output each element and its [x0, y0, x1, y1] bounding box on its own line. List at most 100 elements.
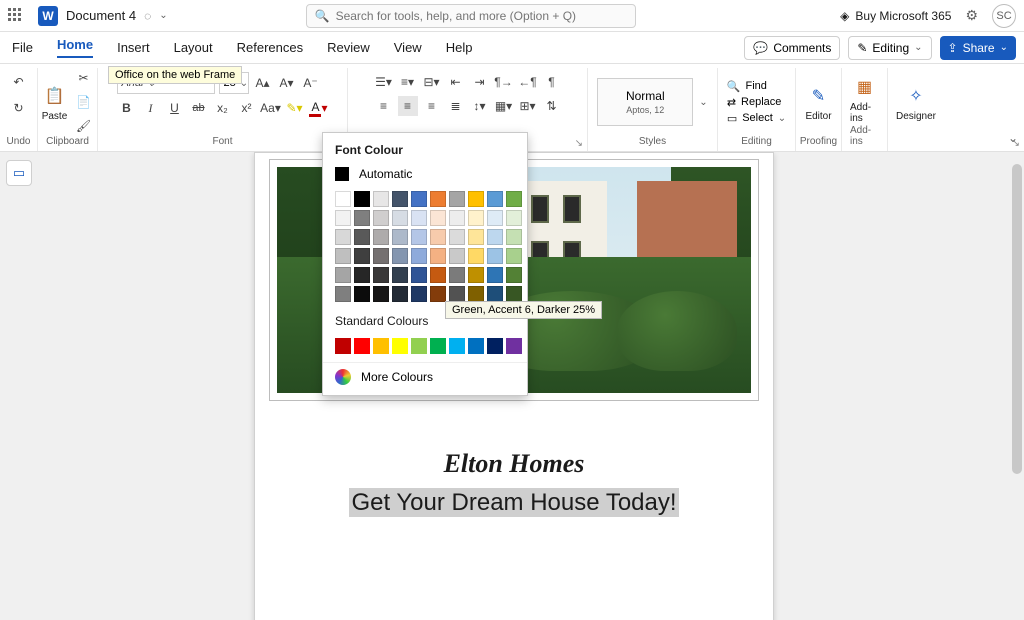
- tab-references[interactable]: References: [237, 40, 303, 55]
- subscript-button[interactable]: x₂: [213, 98, 233, 118]
- show-marks-button[interactable]: ¶: [542, 72, 562, 92]
- color-swatch[interactable]: [468, 286, 484, 302]
- color-swatch[interactable]: [430, 286, 446, 302]
- color-swatch[interactable]: [430, 267, 446, 283]
- color-swatch[interactable]: [449, 229, 465, 245]
- color-swatch[interactable]: [373, 267, 389, 283]
- color-swatch[interactable]: [468, 191, 484, 207]
- replace-button[interactable]: ⇄Replace: [727, 96, 786, 109]
- color-swatch[interactable]: [506, 191, 522, 207]
- color-swatch[interactable]: [468, 229, 484, 245]
- redo-button[interactable]: ↻: [9, 98, 29, 118]
- color-swatch[interactable]: [392, 338, 408, 354]
- search-input[interactable]: [336, 9, 627, 23]
- color-swatch[interactable]: [335, 267, 351, 283]
- document-subheadline[interactable]: Get Your Dream House Today!: [255, 489, 773, 517]
- editing-mode-button[interactable]: ✎Editing⌄: [848, 36, 931, 60]
- bullets-button[interactable]: ☰▾: [374, 72, 394, 92]
- sort-button[interactable]: ⇅: [542, 96, 562, 116]
- paragraph-launcher-icon[interactable]: ↘: [575, 138, 583, 149]
- tab-review[interactable]: Review: [327, 40, 370, 55]
- color-swatch[interactable]: [468, 338, 484, 354]
- color-swatch[interactable]: [487, 210, 503, 226]
- find-button[interactable]: 🔍Find: [727, 80, 786, 93]
- color-swatch[interactable]: [411, 286, 427, 302]
- color-swatch[interactable]: [487, 229, 503, 245]
- color-swatch[interactable]: [449, 286, 465, 302]
- color-swatch[interactable]: [506, 229, 522, 245]
- color-swatch[interactable]: [335, 286, 351, 302]
- case-button[interactable]: Aa▾: [261, 98, 281, 118]
- color-swatch[interactable]: [373, 210, 389, 226]
- settings-icon[interactable]: ⚙: [965, 7, 978, 24]
- color-swatch[interactable]: [430, 229, 446, 245]
- color-swatch[interactable]: [373, 248, 389, 264]
- color-swatch[interactable]: [411, 267, 427, 283]
- color-swatch[interactable]: [335, 229, 351, 245]
- color-swatch[interactable]: [373, 286, 389, 302]
- color-swatch[interactable]: [487, 286, 503, 302]
- clear-format-button[interactable]: A⁻: [301, 73, 321, 93]
- ltr-button[interactable]: ¶→: [494, 72, 514, 92]
- page-thumbnails-button[interactable]: ▭: [6, 160, 32, 186]
- color-swatch[interactable]: [392, 210, 408, 226]
- superscript-button[interactable]: x²: [237, 98, 257, 118]
- designer-button[interactable]: ✧Designer: [896, 83, 936, 122]
- search-box[interactable]: 🔍: [306, 4, 636, 28]
- avatar[interactable]: SC: [992, 4, 1016, 28]
- color-swatch[interactable]: [449, 191, 465, 207]
- italic-button[interactable]: I: [141, 98, 161, 118]
- strike-button[interactable]: ab: [189, 98, 209, 118]
- share-button[interactable]: ⇪Share⌄: [940, 36, 1016, 60]
- document-headline[interactable]: Elton Homes: [255, 449, 773, 479]
- editor-button[interactable]: ✎Editor: [805, 83, 831, 122]
- align-left-button[interactable]: ≡: [374, 96, 394, 116]
- color-swatch[interactable]: [487, 191, 503, 207]
- color-swatch[interactable]: [354, 267, 370, 283]
- color-swatch[interactable]: [487, 267, 503, 283]
- color-swatch[interactable]: [506, 267, 522, 283]
- color-swatch[interactable]: [411, 248, 427, 264]
- color-swatch[interactable]: [468, 210, 484, 226]
- color-swatch[interactable]: [392, 248, 408, 264]
- format-painter-button[interactable]: 🖌: [74, 116, 94, 136]
- color-swatch[interactable]: [373, 229, 389, 245]
- buy-m365-button[interactable]: ◈ Buy Microsoft 365: [840, 9, 951, 23]
- color-swatch[interactable]: [373, 338, 389, 354]
- color-swatch[interactable]: [411, 229, 427, 245]
- color-swatch[interactable]: [506, 210, 522, 226]
- color-swatch[interactable]: [430, 210, 446, 226]
- grow-font-button[interactable]: A▴: [253, 73, 273, 93]
- document-title[interactable]: Document 4: [66, 8, 136, 23]
- tab-view[interactable]: View: [394, 40, 422, 55]
- app-launcher-icon[interactable]: [8, 8, 24, 24]
- comments-button[interactable]: 💬Comments: [744, 36, 840, 60]
- color-swatch[interactable]: [392, 286, 408, 302]
- tab-help[interactable]: Help: [446, 40, 473, 55]
- color-swatch[interactable]: [354, 248, 370, 264]
- tab-insert[interactable]: Insert: [117, 40, 150, 55]
- numbering-button[interactable]: ≡▾: [398, 72, 418, 92]
- style-normal[interactable]: Normal Aptos, 12: [597, 78, 693, 126]
- vertical-scrollbar[interactable]: [1012, 152, 1022, 616]
- automatic-color-row[interactable]: Automatic: [323, 163, 527, 189]
- title-dropdown-icon[interactable]: ⌄: [159, 10, 167, 21]
- color-swatch[interactable]: [411, 338, 427, 354]
- ribbon-collapse-icon[interactable]: ⌄: [1008, 131, 1018, 145]
- highlight-button[interactable]: ✎▾: [285, 98, 305, 118]
- color-swatch[interactable]: [411, 210, 427, 226]
- color-swatch[interactable]: [392, 229, 408, 245]
- increase-indent-button[interactable]: ⇥: [470, 72, 490, 92]
- color-swatch[interactable]: [335, 210, 351, 226]
- color-swatch[interactable]: [468, 267, 484, 283]
- color-swatch[interactable]: [506, 338, 522, 354]
- select-button[interactable]: ▭Select⌄: [727, 112, 786, 125]
- color-swatch[interactable]: [335, 338, 351, 354]
- addins-button[interactable]: ▦Add-ins: [850, 74, 879, 124]
- color-swatch[interactable]: [468, 248, 484, 264]
- color-swatch[interactable]: [373, 191, 389, 207]
- rtl-button[interactable]: ←¶: [518, 72, 538, 92]
- copy-button[interactable]: 📄: [74, 92, 94, 112]
- underline-button[interactable]: U: [165, 98, 185, 118]
- paste-button[interactable]: 📋 Paste: [42, 83, 68, 122]
